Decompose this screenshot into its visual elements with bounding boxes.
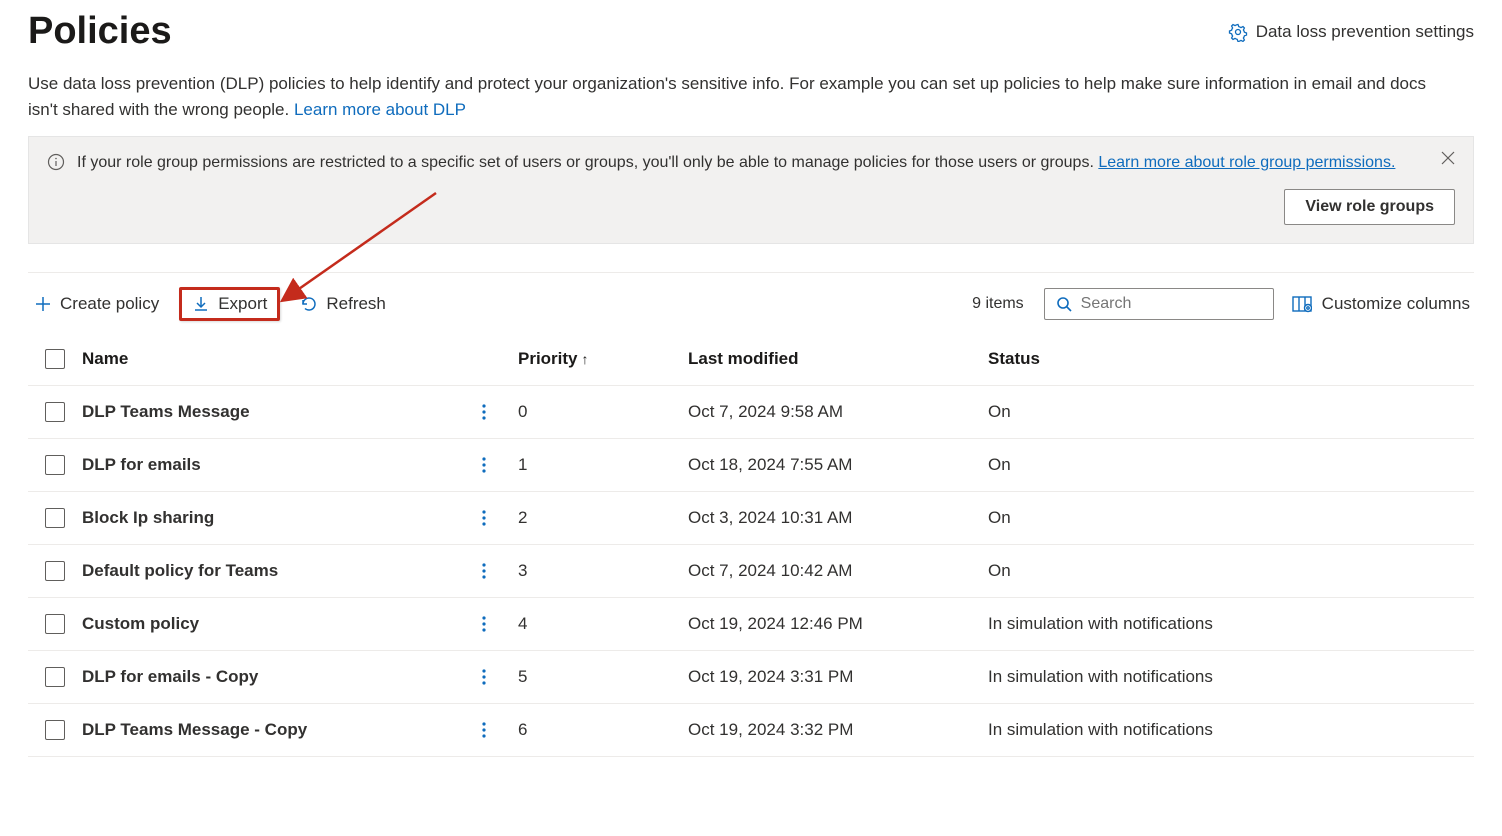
export-highlight-annotation: Export (179, 287, 280, 321)
status-cell: On (988, 561, 1474, 581)
columns-icon (1292, 295, 1312, 313)
view-role-groups-button[interactable]: View role groups (1284, 189, 1455, 225)
row-checkbox[interactable] (45, 667, 65, 687)
kebab-icon (482, 456, 486, 474)
search-box[interactable] (1044, 288, 1274, 320)
row-checkbox[interactable] (45, 508, 65, 528)
priority-cell: 1 (518, 455, 688, 475)
table-header-row: Name Priority↑ Last modified Status (28, 335, 1474, 386)
kebab-icon (482, 403, 486, 421)
status-cell: In simulation with notifications (988, 667, 1474, 687)
modified-cell: Oct 18, 2024 7:55 AM (688, 455, 988, 475)
modified-cell: Oct 19, 2024 3:32 PM (688, 720, 988, 740)
column-header-modified[interactable]: Last modified (688, 349, 988, 369)
row-kebab-menu[interactable] (482, 403, 518, 421)
kebab-icon (482, 668, 486, 686)
table-row[interactable]: Block Ip sharing 2Oct 3, 2024 10:31 AMOn (28, 492, 1474, 545)
row-kebab-menu[interactable] (482, 456, 518, 474)
column-header-name[interactable]: Name (82, 349, 482, 369)
create-policy-button[interactable]: Create policy (28, 290, 165, 318)
priority-cell: 6 (518, 720, 688, 740)
row-kebab-menu[interactable] (482, 562, 518, 580)
row-kebab-menu[interactable] (482, 721, 518, 739)
priority-cell: 0 (518, 402, 688, 422)
modified-cell: Oct 7, 2024 10:42 AM (688, 561, 988, 581)
item-count-label: 9 items (972, 295, 1024, 313)
column-header-priority[interactable]: Priority↑ (518, 349, 688, 369)
learn-more-role-permissions-link[interactable]: Learn more about role group permissions. (1098, 154, 1395, 171)
export-button[interactable]: Export (188, 292, 271, 316)
table-row[interactable]: Custom policy 4Oct 19, 2024 12:46 PMIn si… (28, 598, 1474, 651)
refresh-label: Refresh (326, 294, 386, 314)
policy-name-cell: DLP Teams Message (82, 402, 482, 422)
customize-columns-button[interactable]: Customize columns (1288, 290, 1474, 318)
learn-more-dlp-link[interactable]: Learn more about DLP (294, 100, 466, 119)
table-row[interactable]: DLP Teams Message 0Oct 7, 2024 9:58 AMOn (28, 386, 1474, 439)
dlp-settings-label: Data loss prevention settings (1256, 22, 1474, 42)
status-cell: In simulation with notifications (988, 720, 1474, 740)
kebab-icon (482, 509, 486, 527)
page-description: Use data loss prevention (DLP) policies … (28, 71, 1458, 122)
priority-cell: 3 (518, 561, 688, 581)
info-banner: If your role group permissions are restr… (28, 136, 1474, 244)
policy-name-cell: DLP Teams Message - Copy (82, 720, 482, 740)
row-checkbox[interactable] (45, 455, 65, 475)
dlp-settings-link[interactable]: Data loss prevention settings (1228, 22, 1474, 42)
toolbar: Create policy Export (28, 272, 1474, 335)
banner-text: If your role group permissions are restr… (77, 154, 1098, 171)
row-checkbox[interactable] (45, 614, 65, 634)
policies-table: Name Priority↑ Last modified Status DLP … (28, 335, 1474, 757)
priority-cell: 2 (518, 508, 688, 528)
table-row[interactable]: DLP Teams Message - Copy 6Oct 19, 2024 3:… (28, 704, 1474, 757)
table-row[interactable]: DLP for emails - Copy 5Oct 19, 2024 3:31 … (28, 651, 1474, 704)
kebab-icon (482, 721, 486, 739)
customize-columns-label: Customize columns (1322, 294, 1470, 314)
status-cell: On (988, 455, 1474, 475)
status-cell: On (988, 402, 1474, 422)
priority-cell: 5 (518, 667, 688, 687)
modified-cell: Oct 3, 2024 10:31 AM (688, 508, 988, 528)
modified-cell: Oct 19, 2024 12:46 PM (688, 614, 988, 634)
row-checkbox[interactable] (45, 720, 65, 740)
search-input[interactable] (1081, 295, 1288, 313)
select-all-checkbox[interactable] (45, 349, 65, 369)
modified-cell: Oct 7, 2024 9:58 AM (688, 402, 988, 422)
row-checkbox[interactable] (45, 402, 65, 422)
priority-cell: 4 (518, 614, 688, 634)
table-row[interactable]: DLP for emails 1Oct 18, 2024 7:55 AMOn (28, 439, 1474, 492)
status-cell: In simulation with notifications (988, 614, 1474, 634)
refresh-icon (300, 295, 318, 313)
row-kebab-menu[interactable] (482, 615, 518, 633)
policy-name-cell: Block Ip sharing (82, 508, 482, 528)
info-icon (47, 153, 65, 225)
refresh-button[interactable]: Refresh (294, 290, 392, 318)
create-policy-label: Create policy (60, 294, 159, 314)
plus-icon (34, 295, 52, 313)
kebab-icon (482, 615, 486, 633)
table-row[interactable]: Default policy for Teams 3Oct 7, 2024 10:… (28, 545, 1474, 598)
policy-name-cell: DLP for emails - Copy (82, 667, 482, 687)
description-text: Use data loss prevention (DLP) policies … (28, 74, 1426, 119)
gear-icon (1228, 22, 1248, 42)
close-icon[interactable] (1437, 147, 1459, 169)
export-label: Export (218, 294, 267, 314)
row-kebab-menu[interactable] (482, 668, 518, 686)
policy-name-cell: DLP for emails (82, 455, 482, 475)
search-icon (1055, 295, 1073, 313)
modified-cell: Oct 19, 2024 3:31 PM (688, 667, 988, 687)
row-checkbox[interactable] (45, 561, 65, 581)
row-kebab-menu[interactable] (482, 509, 518, 527)
download-icon (192, 295, 210, 313)
policy-name-cell: Custom policy (82, 614, 482, 634)
column-header-status[interactable]: Status (988, 349, 1474, 369)
policy-name-cell: Default policy for Teams (82, 561, 482, 581)
page-title: Policies (28, 10, 172, 53)
sort-ascending-icon: ↑ (582, 351, 589, 367)
status-cell: On (988, 508, 1474, 528)
kebab-icon (482, 562, 486, 580)
